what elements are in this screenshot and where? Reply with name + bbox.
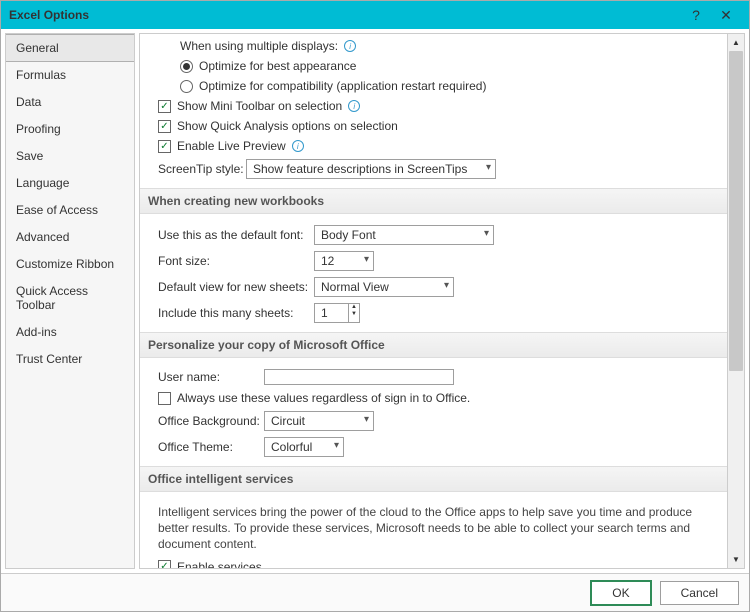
row-always[interactable]: Always use these values regardless of si… <box>140 388 727 408</box>
spin-down-icon[interactable]: ▼ <box>349 311 359 318</box>
section-personalize: Personalize your copy of Microsoft Offic… <box>140 332 727 358</box>
show-quick-label: Show Quick Analysis options on selection <box>177 119 398 133</box>
row-username: User name: <box>140 366 727 388</box>
ok-button[interactable]: OK <box>590 580 651 606</box>
spin-up-icon[interactable]: ▲ <box>349 304 359 311</box>
username-label: User name: <box>158 370 258 384</box>
default-view-label: Default view for new sheets: <box>158 280 308 294</box>
multiple-displays-label: When using multiple displays: <box>180 39 338 53</box>
category-sidebar: General Formulas Data Proofing Save Lang… <box>5 33 135 569</box>
sidebar-item-customize-ribbon[interactable]: Customize Ribbon <box>6 251 134 278</box>
default-font-select[interactable]: Body Font <box>314 225 494 245</box>
sidebar-item-advanced[interactable]: Advanced <box>6 224 134 251</box>
row-theme: Office Theme: Colorful <box>140 434 727 460</box>
checkbox-show-mini[interactable]: ✓ <box>158 100 171 113</box>
dialog-body: General Formulas Data Proofing Save Lang… <box>1 29 749 573</box>
font-size-label: Font size: <box>158 254 308 268</box>
enable-preview-label: Enable Live Preview <box>177 139 286 153</box>
screentip-label: ScreenTip style: <box>158 162 240 176</box>
close-button[interactable]: ✕ <box>711 7 741 24</box>
optimize-compat-label: Optimize for compatibility (application … <box>199 79 486 93</box>
checkbox-enable-preview[interactable]: ✓ <box>158 140 171 153</box>
row-enable-services[interactable]: ✓ Enable services <box>140 557 727 569</box>
row-show-mini[interactable]: ✓ Show Mini Toolbar on selection i <box>140 96 727 116</box>
checkbox-enable-services[interactable]: ✓ <box>158 560 171 569</box>
theme-label: Office Theme: <box>158 440 258 454</box>
scroll-down-icon[interactable]: ▼ <box>728 551 744 568</box>
scroll-thumb[interactable] <box>729 51 743 371</box>
row-background: Office Background: Circuit <box>140 408 727 434</box>
checkbox-show-quick[interactable]: ✓ <box>158 120 171 133</box>
sheets-label: Include this many sheets: <box>158 306 308 320</box>
row-font-size: Font size: 12 <box>140 248 727 274</box>
row-optimize-compat[interactable]: Optimize for compatibility (application … <box>140 76 727 96</box>
sheets-spinner[interactable]: 1 ▲▼ <box>314 303 360 323</box>
row-enable-preview[interactable]: ✓ Enable Live Preview i <box>140 136 727 156</box>
row-sheets: Include this many sheets: 1 ▲▼ <box>140 300 727 326</box>
row-screentip: ScreenTip style: Show feature descriptio… <box>140 156 727 182</box>
default-font-label: Use this as the default font: <box>158 228 308 242</box>
info-icon[interactable]: i <box>348 100 360 112</box>
background-select[interactable]: Circuit <box>264 411 374 431</box>
font-size-select[interactable]: 12 <box>314 251 374 271</box>
default-view-select[interactable]: Normal View <box>314 277 454 297</box>
theme-select[interactable]: Colorful <box>264 437 344 457</box>
sidebar-item-data[interactable]: Data <box>6 89 134 116</box>
info-icon[interactable]: i <box>344 40 356 52</box>
sidebar-item-quick-access-toolbar[interactable]: Quick Access Toolbar <box>6 278 134 319</box>
sidebar-item-add-ins[interactable]: Add-ins <box>6 319 134 346</box>
sidebar-item-general[interactable]: General <box>6 34 134 62</box>
dialog-footer: OK Cancel <box>1 573 749 611</box>
window-title: Excel Options <box>9 8 681 22</box>
row-optimize-best[interactable]: Optimize for best appearance <box>140 56 727 76</box>
enable-services-label: Enable services <box>177 560 262 569</box>
row-show-quick[interactable]: ✓ Show Quick Analysis options on selecti… <box>140 116 727 136</box>
radio-optimize-compat[interactable] <box>180 80 193 93</box>
vertical-scrollbar[interactable]: ▲ ▼ <box>728 33 745 569</box>
help-button[interactable]: ? <box>681 7 711 23</box>
background-label: Office Background: <box>158 414 258 428</box>
sheets-value[interactable]: 1 <box>314 303 348 323</box>
always-label: Always use these values regardless of si… <box>177 391 470 405</box>
section-new-workbooks: When creating new workbooks <box>140 188 727 214</box>
checkbox-always[interactable] <box>158 392 171 405</box>
titlebar: Excel Options ? ✕ <box>1 1 749 29</box>
sidebar-item-save[interactable]: Save <box>6 143 134 170</box>
show-mini-label: Show Mini Toolbar on selection <box>177 99 342 113</box>
row-default-view: Default view for new sheets: Normal View <box>140 274 727 300</box>
main-wrap: When using multiple displays: i Optimize… <box>139 33 745 569</box>
sidebar-item-ease-of-access[interactable]: Ease of Access <box>6 197 134 224</box>
clipped-heading: When using multiple displays: i <box>140 36 727 56</box>
section-intelligent: Office intelligent services <box>140 466 727 492</box>
sidebar-item-language[interactable]: Language <box>6 170 134 197</box>
username-input[interactable] <box>264 369 454 385</box>
main-panel: When using multiple displays: i Optimize… <box>139 33 728 569</box>
info-icon[interactable]: i <box>292 140 304 152</box>
scroll-up-icon[interactable]: ▲ <box>728 34 744 51</box>
sidebar-item-trust-center[interactable]: Trust Center <box>6 346 134 373</box>
screentip-select[interactable]: Show feature descriptions in ScreenTips <box>246 159 496 179</box>
radio-optimize-best[interactable] <box>180 60 193 73</box>
optimize-best-label: Optimize for best appearance <box>199 59 356 73</box>
sidebar-item-proofing[interactable]: Proofing <box>6 116 134 143</box>
cancel-button[interactable]: Cancel <box>660 581 739 605</box>
intelligent-description: Intelligent services bring the power of … <box>140 500 727 557</box>
sidebar-item-formulas[interactable]: Formulas <box>6 62 134 89</box>
row-default-font: Use this as the default font: Body Font <box>140 222 727 248</box>
